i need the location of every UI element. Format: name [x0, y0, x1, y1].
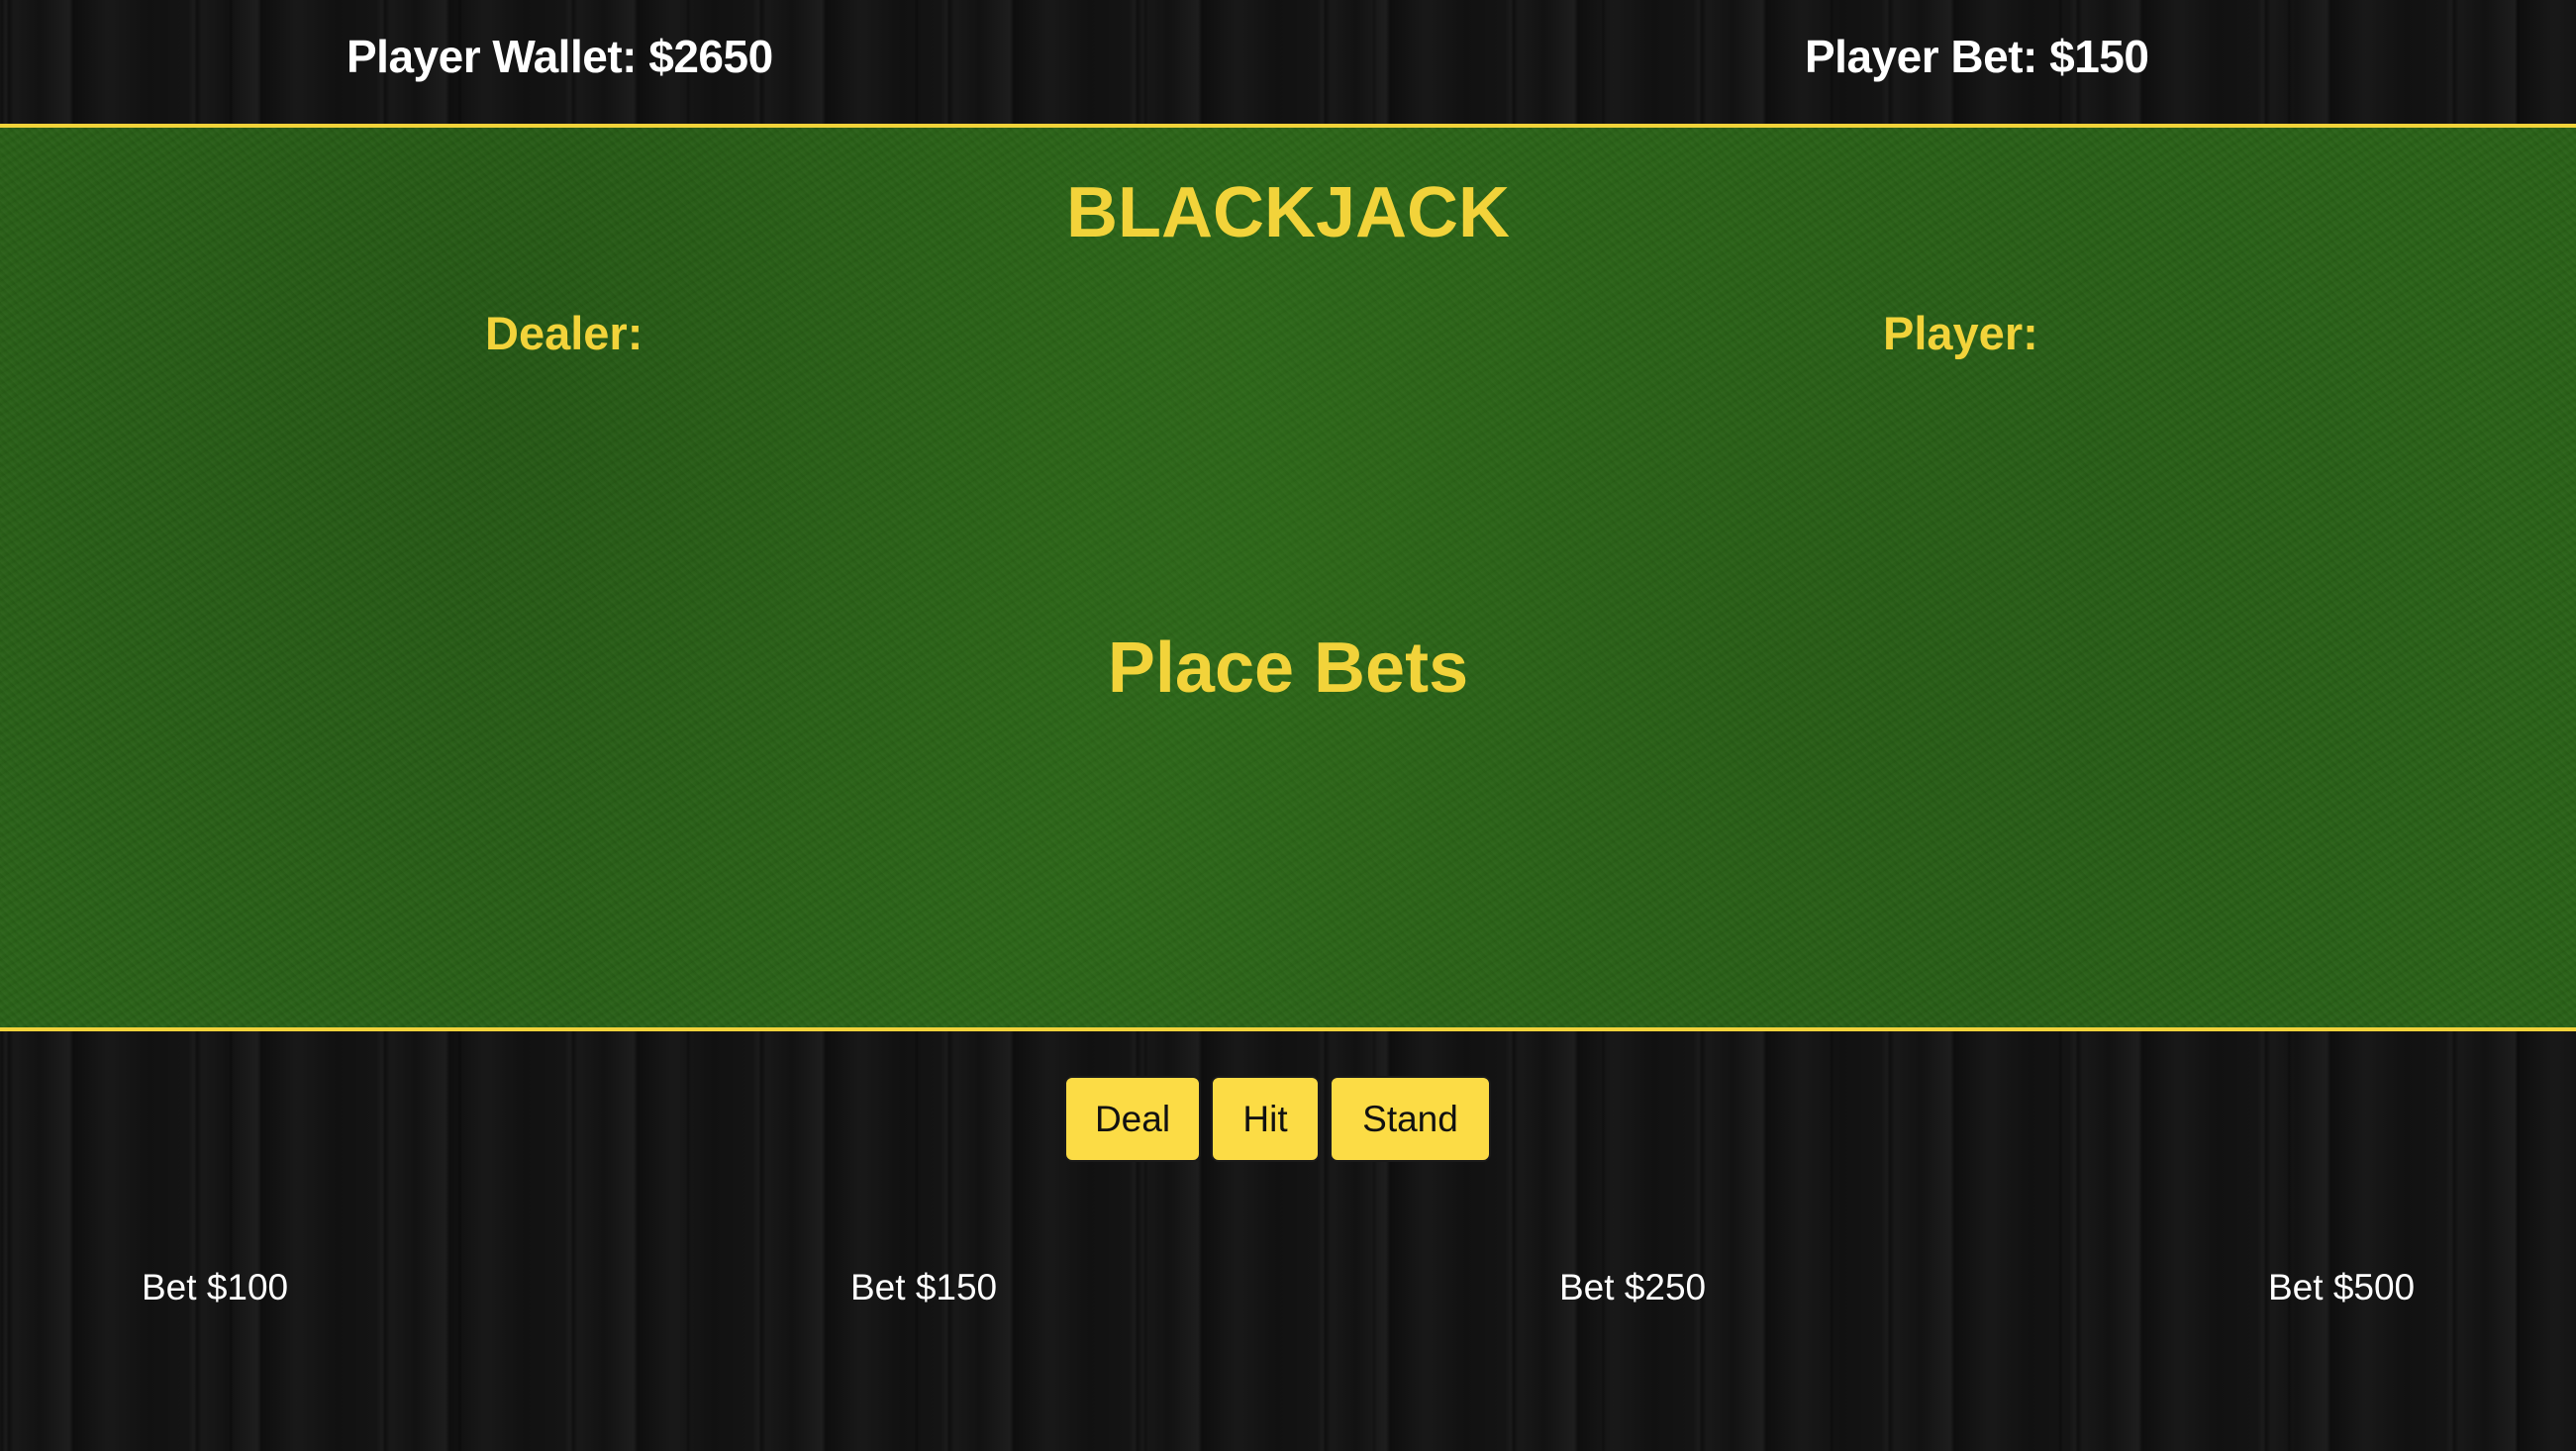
hit-button[interactable]: Hit — [1211, 1076, 1320, 1162]
top-bar: Player Wallet: $2650 Player Bet: $150 — [0, 0, 2576, 125]
player-bet: Player Bet: $150 — [1805, 31, 2149, 82]
action-buttons: Deal Hit Stand — [0, 1076, 2576, 1165]
felt-table: BLACKJACK Dealer: Player: Place Bets — [0, 124, 2576, 1031]
game-title: BLACKJACK — [1066, 173, 1510, 252]
bet-150-option[interactable]: Bet $150 — [850, 1267, 997, 1308]
dealer-label: Dealer: — [485, 307, 644, 359]
bet-250-option[interactable]: Bet $250 — [1559, 1267, 1706, 1308]
deal-button[interactable]: Deal — [1064, 1076, 1201, 1162]
player-label: Player: — [1883, 307, 2038, 359]
bet-500-option[interactable]: Bet $500 — [2268, 1267, 2415, 1308]
bet-100-option[interactable]: Bet $100 — [142, 1267, 288, 1308]
player-wallet: Player Wallet: $2650 — [347, 31, 773, 82]
status-message: Place Bets — [1107, 629, 1469, 708]
stand-button[interactable]: Stand — [1330, 1076, 1491, 1162]
